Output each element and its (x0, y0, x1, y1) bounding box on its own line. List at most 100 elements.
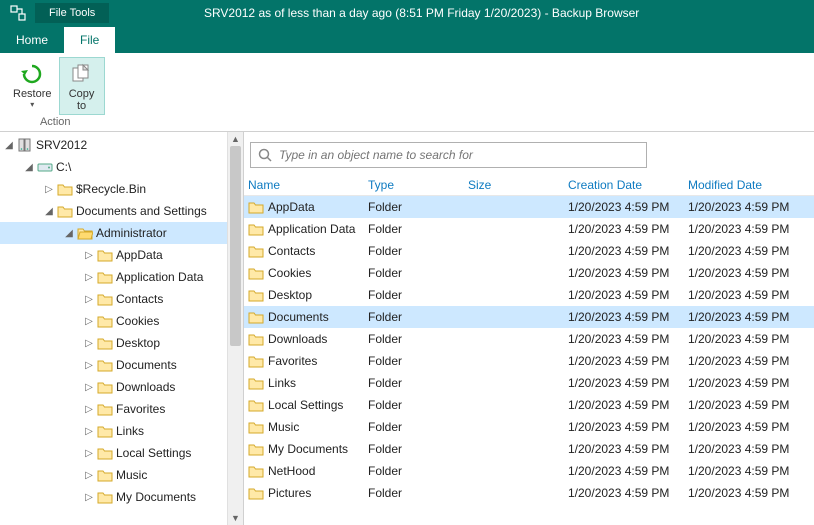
tree-label: Administrator (96, 226, 167, 240)
expander-icon[interactable]: ▷ (82, 338, 96, 349)
scroll-thumb[interactable] (230, 146, 241, 346)
file-name: Documents (268, 310, 329, 324)
table-row[interactable]: FavoritesFolder1/20/2023 4:59 PM1/20/202… (244, 350, 814, 372)
cell-type: Folder (364, 464, 464, 478)
cell-name: Application Data (244, 222, 364, 236)
cell-name: Contacts (244, 244, 364, 258)
table-row[interactable]: My DocumentsFolder1/20/2023 4:59 PM1/20/… (244, 438, 814, 460)
table-row[interactable]: DownloadsFolder1/20/2023 4:59 PM1/20/202… (244, 328, 814, 350)
expander-icon[interactable]: ▷ (82, 272, 96, 283)
file-name: My Documents (268, 442, 348, 456)
tree-item[interactable]: ▷Desktop (0, 332, 227, 354)
expander-icon[interactable]: ◢ (62, 228, 76, 239)
content-pane: Name Type Size Creation Date Modified Da… (244, 132, 814, 525)
tab-file[interactable]: File (64, 27, 115, 53)
copy-to-button[interactable]: Copy to (59, 57, 105, 115)
expander-icon[interactable]: ▷ (82, 250, 96, 261)
tree-item[interactable]: ▷AppData (0, 244, 227, 266)
tree-item[interactable]: ▷Local Settings (0, 442, 227, 464)
column-type[interactable]: Type (364, 178, 464, 192)
search-box[interactable] (250, 142, 647, 168)
file-name: NetHood (268, 464, 315, 478)
expander-icon[interactable]: ▷ (82, 426, 96, 437)
table-row[interactable]: LinksFolder1/20/2023 4:59 PM1/20/2023 4:… (244, 372, 814, 394)
table-row[interactable]: DesktopFolder1/20/2023 4:59 PM1/20/2023 … (244, 284, 814, 306)
expander-icon[interactable]: ◢ (22, 162, 36, 173)
tree-item[interactable]: ▷Documents (0, 354, 227, 376)
tree-item[interactable]: ▷Downloads (0, 376, 227, 398)
table-row[interactable]: PicturesFolder1/20/2023 4:59 PM1/20/2023… (244, 482, 814, 504)
tree[interactable]: ◢ SRV2012 ◢ C:\ ▷ $Recycle.Bin ◢ Documen… (0, 132, 227, 525)
scrollbar-vertical[interactable]: ▲ ▼ (227, 132, 243, 525)
tree-drive[interactable]: ◢ C:\ (0, 156, 227, 178)
table-row[interactable]: ContactsFolder1/20/2023 4:59 PM1/20/2023… (244, 240, 814, 262)
expander-icon[interactable]: ◢ (42, 206, 56, 217)
table-row[interactable]: Application DataFolder1/20/2023 4:59 PM1… (244, 218, 814, 240)
tab-home[interactable]: Home (0, 27, 64, 53)
expander-icon[interactable]: ▷ (82, 492, 96, 503)
drive-icon (36, 160, 54, 174)
server-icon (16, 138, 34, 152)
table-row[interactable]: Local SettingsFolder1/20/2023 4:59 PM1/2… (244, 394, 814, 416)
expander-icon[interactable]: ▷ (82, 360, 96, 371)
tree-item-selected[interactable]: ◢ Administrator (0, 222, 227, 244)
window-title: SRV2012 as of less than a day ago (8:51 … (109, 6, 814, 20)
cell-name: Desktop (244, 288, 364, 302)
scroll-up-icon[interactable]: ▲ (228, 132, 243, 146)
cell-modified-date: 1/20/2023 4:59 PM (684, 376, 804, 390)
cell-modified-date: 1/20/2023 4:59 PM (684, 266, 804, 280)
tree-item[interactable]: ▷Favorites (0, 398, 227, 420)
folder-icon (96, 380, 114, 394)
tree-root[interactable]: ◢ SRV2012 (0, 134, 227, 156)
tree-item[interactable]: ▷ $Recycle.Bin (0, 178, 227, 200)
table-row[interactable]: DocumentsFolder1/20/2023 4:59 PM1/20/202… (244, 306, 814, 328)
cell-name: Links (244, 376, 364, 390)
expander-icon[interactable]: ◢ (2, 140, 16, 151)
expander-icon[interactable]: ▷ (82, 470, 96, 481)
expander-icon[interactable]: ▷ (82, 448, 96, 459)
folder-icon (248, 244, 264, 258)
table-row[interactable]: MusicFolder1/20/2023 4:59 PM1/20/2023 4:… (244, 416, 814, 438)
cell-creation-date: 1/20/2023 4:59 PM (564, 442, 684, 456)
tree-item[interactable]: ▷ Contacts (0, 288, 227, 310)
cell-creation-date: 1/20/2023 4:59 PM (564, 420, 684, 434)
expander-icon[interactable]: ▷ (82, 382, 96, 393)
file-name: Contacts (268, 244, 315, 258)
expander-icon[interactable]: ▷ (42, 184, 56, 195)
table-row[interactable]: CookiesFolder1/20/2023 4:59 PM1/20/2023 … (244, 262, 814, 284)
cell-creation-date: 1/20/2023 4:59 PM (564, 398, 684, 412)
cell-name: Favorites (244, 354, 364, 368)
column-creation-date[interactable]: Creation Date (564, 178, 684, 192)
folder-icon (96, 270, 114, 284)
cell-modified-date: 1/20/2023 4:59 PM (684, 420, 804, 434)
table-header: Name Type Size Creation Date Modified Da… (244, 174, 814, 196)
tree-item[interactable]: ◢ Documents and Settings (0, 200, 227, 222)
folder-icon (248, 486, 264, 500)
column-name[interactable]: Name (244, 178, 364, 192)
tree-item[interactable]: ▷ Cookies (0, 310, 227, 332)
tree-item[interactable]: ▷Application Data (0, 266, 227, 288)
table-row[interactable]: NetHoodFolder1/20/2023 4:59 PM1/20/2023 … (244, 460, 814, 482)
folder-icon (248, 442, 264, 456)
expander-icon[interactable]: ▷ (82, 316, 96, 327)
file-name: Music (268, 420, 299, 434)
tree-label: Contacts (116, 292, 163, 306)
cell-modified-date: 1/20/2023 4:59 PM (684, 464, 804, 478)
tree-item[interactable]: ▷Music (0, 464, 227, 486)
tree-item[interactable]: ▷My Documents (0, 486, 227, 508)
copy-to-label-1: Copy (69, 88, 95, 100)
restore-button[interactable]: Restore ▾ (6, 57, 59, 115)
column-size[interactable]: Size (464, 178, 564, 192)
scroll-down-icon[interactable]: ▼ (228, 511, 243, 525)
cell-name: Documents (244, 310, 364, 324)
tree-item[interactable]: ▷Links (0, 420, 227, 442)
expander-icon[interactable]: ▷ (82, 294, 96, 305)
folder-icon (248, 420, 264, 434)
column-modified-date[interactable]: Modified Date (684, 178, 804, 192)
table-row[interactable]: AppDataFolder1/20/2023 4:59 PM1/20/2023 … (244, 196, 814, 218)
expander-icon[interactable]: ▷ (82, 404, 96, 415)
cell-name: NetHood (244, 464, 364, 478)
tree-label: Cookies (116, 314, 159, 328)
search-input[interactable] (279, 148, 640, 162)
file-name: Links (268, 376, 296, 390)
